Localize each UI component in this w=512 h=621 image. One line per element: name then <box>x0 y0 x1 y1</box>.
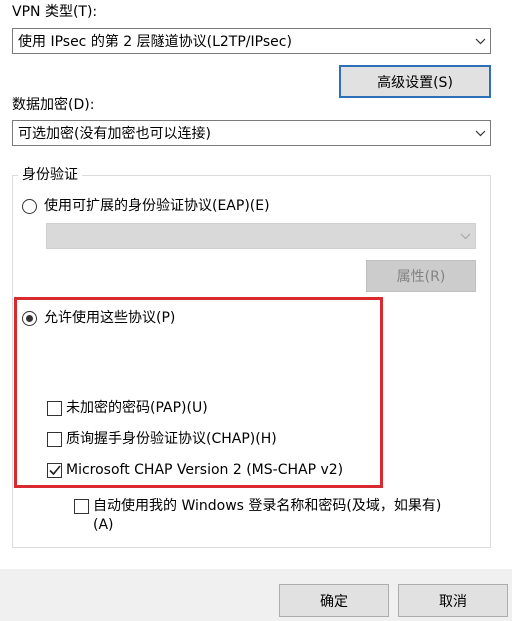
ok-button[interactable]: 确定 <box>279 584 389 617</box>
chevron-down-icon <box>470 38 490 45</box>
chevron-down-icon <box>455 233 475 240</box>
cancel-button[interactable]: 取消 <box>398 584 508 617</box>
chevron-down-icon <box>470 130 490 137</box>
eap-radio-label: 使用可扩展的身份验证协议(EAP)(E) <box>44 198 270 214</box>
chap-checkbox[interactable] <box>47 432 62 447</box>
advanced-settings-button[interactable]: 高级设置(S) <box>339 65 491 98</box>
allow-protocols-radio-label: 允许使用这些协议(P) <box>44 310 176 326</box>
vpn-type-value: 使用 IPsec 的第 2 层隧道协议(L2TP/IPsec) <box>18 34 292 50</box>
auto-windows-logon-label-line2: (A) <box>93 517 114 533</box>
auto-windows-logon-checkbox[interactable] <box>74 499 89 514</box>
eap-method-select[interactable] <box>46 223 476 249</box>
mschapv2-checkbox[interactable] <box>47 463 62 478</box>
data-encryption-select[interactable]: 可选加密(没有加密也可以连接) <box>12 120 491 146</box>
chap-checkbox-label: 质询握手身份验证协议(CHAP)(H) <box>66 431 277 447</box>
pap-checkbox-label: 未加密的密码(PAP)(U) <box>66 400 208 416</box>
properties-button[interactable]: 属性(R) <box>366 260 476 292</box>
data-encryption-value: 可选加密(没有加密也可以连接) <box>18 126 211 142</box>
vpn-type-select[interactable]: 使用 IPsec 的第 2 层隧道协议(L2TP/IPsec) <box>12 28 491 54</box>
radio-selected-dot <box>26 315 33 322</box>
authentication-group-title: 身份验证 <box>18 166 82 184</box>
data-encryption-label: 数据加密(D): <box>12 97 95 113</box>
vpn-type-label: VPN 类型(T): <box>12 4 98 20</box>
mschapv2-checkbox-label: Microsoft CHAP Version 2 (MS-CHAP v2) <box>66 462 344 478</box>
check-icon <box>48 465 61 476</box>
pap-checkbox[interactable] <box>47 401 62 416</box>
allow-protocols-radio[interactable] <box>22 311 37 326</box>
eap-radio[interactable] <box>22 199 37 214</box>
auto-windows-logon-label-line1: 自动使用我的 Windows 登录名称和密码(及域，如果有) <box>93 498 442 514</box>
